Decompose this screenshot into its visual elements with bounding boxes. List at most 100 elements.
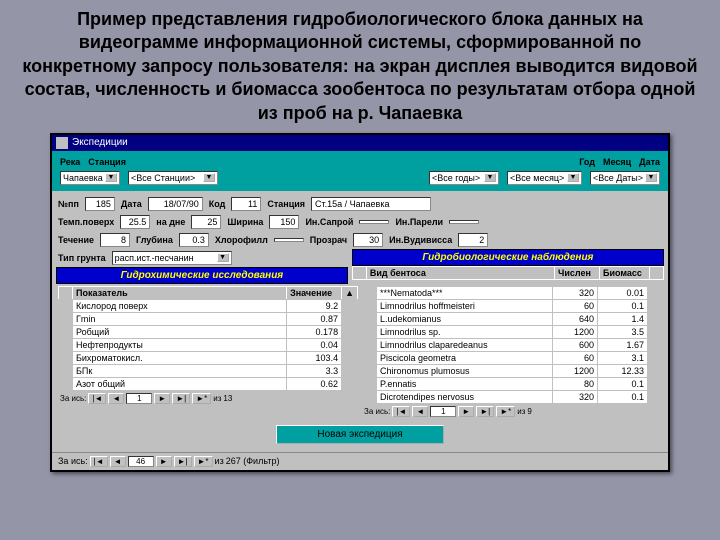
count-col: Числен [555, 266, 600, 279]
chevron-down-icon[interactable]: ▼ [567, 173, 579, 182]
table-row[interactable]: Бихроматокисл.103.4 [59, 351, 358, 364]
nav-iz: из [213, 394, 221, 403]
table-row[interactable]: Chironomus plumosus120012.33 [363, 364, 662, 377]
nav-next-button[interactable]: ► [156, 456, 172, 467]
table-row[interactable]: Limnodrilus claparedeanus6001.67 [363, 338, 662, 351]
grunt-dropdown[interactable]: расп.ист.-песчанин▼ [112, 251, 232, 265]
bio-panel: ***Nematoda***3200.01Limnodrilus hoffmei… [362, 286, 662, 419]
grunt-label: Тип грунта [58, 253, 106, 263]
nav-current[interactable]: 46 [128, 456, 154, 467]
species-col: Вид бентоса [366, 266, 554, 279]
data-input[interactable]: 18/07/90 [148, 197, 203, 211]
chem-navbar: За ись: |◄ ◄ 1 ► ►| ►* из 13 [58, 391, 358, 406]
table-row[interactable]: БПк3.3 [59, 364, 358, 377]
table-row[interactable]: Азот общий0.62 [59, 377, 358, 390]
nav-iz: из [215, 456, 224, 466]
stanciya-input[interactable]: Ст.15а / Чапаевка [311, 197, 431, 211]
chevron-down-icon[interactable]: ▼ [645, 173, 657, 182]
nav-total: 13 [223, 394, 232, 403]
nav-total: 9 [527, 407, 531, 416]
table-row[interactable]: L.udekomianus6401.4 [363, 312, 662, 325]
table-row[interactable]: Limnodrilus hoffmeisteri600.1 [363, 299, 662, 312]
nav-prev-button[interactable]: ◄ [412, 406, 428, 417]
reka-dropdown[interactable]: Чапаевка▼ [60, 171, 120, 185]
app-window: Экспедиции Река Станция Год Месяц Дата Ч… [50, 133, 670, 472]
techenie-input[interactable]: 8 [100, 233, 130, 247]
table-row[interactable]: Гmin0.87 [59, 312, 358, 325]
nav-current[interactable]: 1 [430, 406, 456, 417]
chevron-down-icon[interactable]: ▼ [217, 253, 229, 262]
mesyac-label: Месяц [603, 157, 631, 167]
nav-current[interactable]: 1 [126, 393, 152, 404]
nadne-label: на дне [156, 217, 185, 227]
table-row[interactable]: Кислород поверх9.2 [59, 299, 358, 312]
invud-input[interactable]: 2 [458, 233, 488, 247]
nrec-input[interactable]: 185 [85, 197, 115, 211]
bio-table: ***Nematoda***3200.01Limnodrilus hoffmei… [362, 286, 662, 404]
table-row[interactable]: P.ennatis800.1 [363, 377, 662, 390]
chevron-down-icon[interactable]: ▼ [203, 173, 215, 182]
techenie-label: Течение [58, 235, 94, 245]
nav-label: За ись: [364, 407, 390, 416]
nav-first-button[interactable]: |◄ [88, 393, 106, 404]
scroll-up-icon[interactable]: ▲ [342, 286, 358, 299]
app-icon [56, 137, 68, 149]
prozrach-label: Прозрач [310, 235, 347, 245]
temp-input[interactable]: 25.5 [120, 215, 150, 229]
nav-next-button[interactable]: ► [154, 393, 170, 404]
table-row[interactable]: Робщий0.178 [59, 325, 358, 338]
nav-next-button[interactable]: ► [458, 406, 474, 417]
nav-last-button[interactable]: ►| [174, 456, 192, 467]
main-navbar: За ись: |◄ ◄ 46 ► ►| ►* из 267 (Фильтр) [52, 452, 668, 470]
table-row[interactable]: Piscicola geometra603.1 [363, 351, 662, 364]
nav-new-button[interactable]: ►* [194, 456, 213, 467]
titlebar: Экспедиции [52, 135, 668, 151]
nav-total: 267 (Фильтр) [226, 456, 280, 466]
table-row[interactable]: Dicrotendipes nervosus3200.1 [363, 390, 662, 403]
chevron-down-icon[interactable]: ▼ [105, 173, 117, 182]
stanciya-dropdown[interactable]: <Все Станции>▼ [128, 171, 218, 185]
table-row[interactable]: Нефтепродукты0.04 [59, 338, 358, 351]
hydro-chem-header: Гидрохимические исследования [56, 267, 348, 284]
god-dropdown[interactable]: <Все годы>▼ [429, 171, 499, 185]
chevron-down-icon[interactable]: ▼ [484, 173, 496, 182]
nav-first-button[interactable]: |◄ [392, 406, 410, 417]
glubina-label: Глубина [136, 235, 173, 245]
kod-label: Код [209, 199, 226, 209]
kod-input[interactable]: 11 [231, 197, 261, 211]
nav-prev-button[interactable]: ◄ [108, 393, 124, 404]
temp-label: Темп.поверх [58, 217, 114, 227]
new-expedition-button[interactable]: Новая экспедиция [276, 425, 443, 444]
table-row[interactable]: ***Nematoda***3200.01 [363, 286, 662, 299]
insap-input[interactable] [359, 220, 389, 224]
chlor-label: Хлорофилл [215, 235, 268, 245]
mesyac-dropdown[interactable]: <Все месяц>▼ [507, 171, 582, 185]
nav-iz: из [517, 407, 525, 416]
nav-prev-button[interactable]: ◄ [110, 456, 126, 467]
page-title: Пример представления гидробиологического… [0, 0, 720, 133]
stanciya2-label: Станция [267, 199, 305, 209]
chlor-input[interactable] [274, 238, 304, 242]
insap-label: Ин.Сапрой [305, 217, 353, 227]
data2-label: Дата [121, 199, 142, 209]
table-row[interactable]: Limnodrilus sp.12003.5 [363, 325, 662, 338]
biomass-col: Биомасс [600, 266, 650, 279]
data-dropdown[interactable]: <Все Даты>▼ [590, 171, 660, 185]
nadne-input[interactable]: 25 [191, 215, 221, 229]
nav-last-button[interactable]: ►| [172, 393, 190, 404]
glubina-input[interactable]: 0.3 [179, 233, 209, 247]
nav-new-button[interactable]: ►* [496, 406, 515, 417]
prozrach-input[interactable]: 30 [353, 233, 383, 247]
nav-first-button[interactable]: |◄ [90, 456, 108, 467]
params-panel: №пп 185 Дата 18/07/90 Код 11 Станция Ст.… [52, 191, 668, 452]
inpar-input[interactable] [449, 220, 479, 224]
shirina-label: Ширина [227, 217, 263, 227]
chem-table: ПоказательЗначение▲ Кислород поверх9.2Гm… [58, 286, 358, 391]
shirina-input[interactable]: 150 [269, 215, 299, 229]
nav-new-button[interactable]: ►* [192, 393, 211, 404]
nav-last-button[interactable]: ►| [476, 406, 494, 417]
nrec-label: №пп [58, 199, 79, 209]
species-header-table: Вид бентосаЧисленБиомасс [352, 266, 664, 280]
window-title: Экспедиции [72, 137, 128, 148]
reka-label: Река [60, 157, 80, 167]
